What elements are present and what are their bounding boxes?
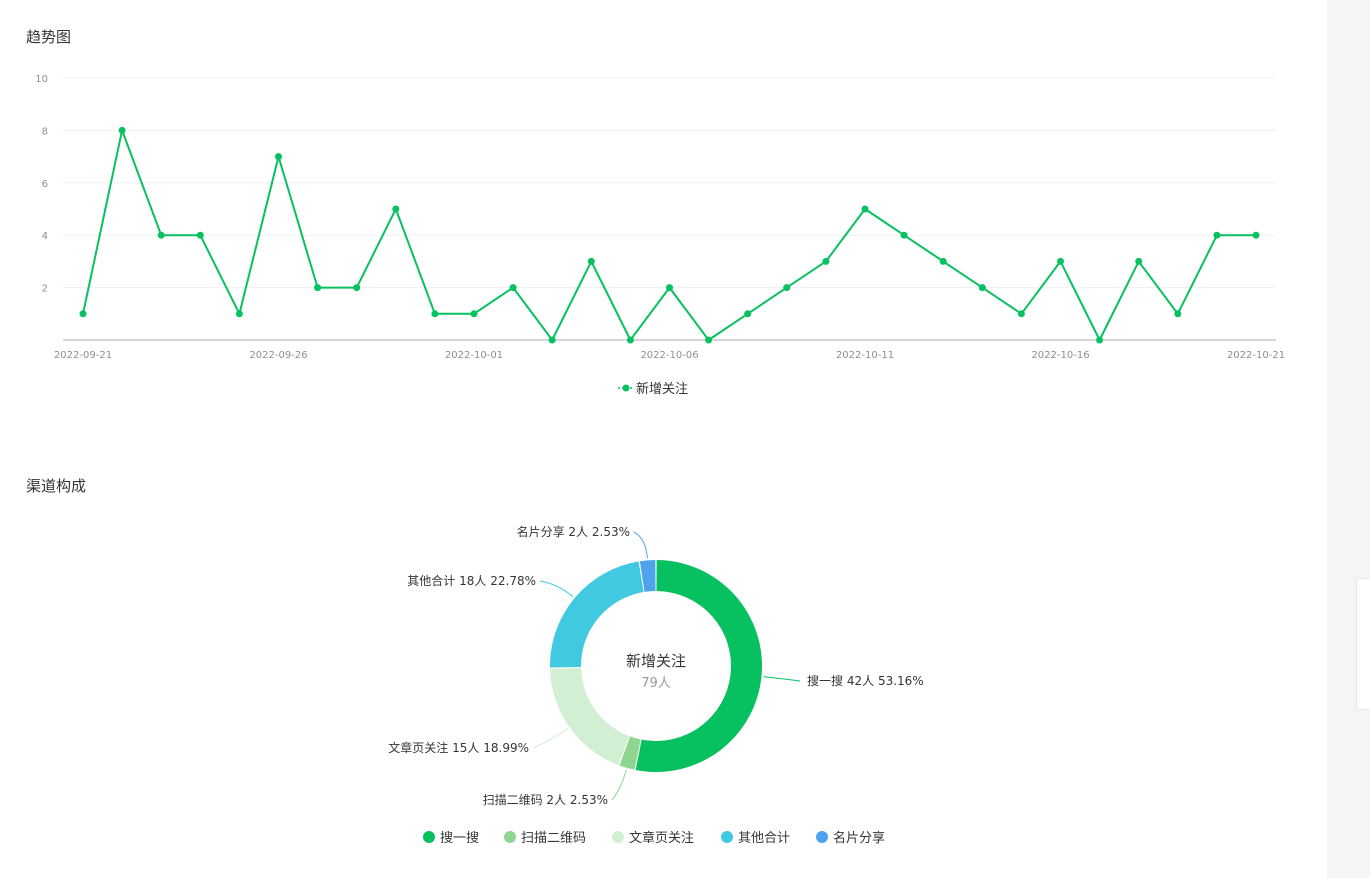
slice-label-name: 搜一搜: [807, 673, 843, 688]
slice-label-name: 文章页关注: [388, 740, 448, 755]
legend-marker: [423, 831, 435, 843]
legend-label: 扫描二维码: [521, 831, 586, 846]
slice-label-percent: 2.53%: [592, 525, 630, 539]
channel-donut-chart: 搜一搜 42人 53.16% 扫描二维码 2人 2.53% 文章页关注 15人 18…: [388, 524, 924, 846]
legend-marker: [504, 831, 516, 843]
leader-line: [539, 580, 574, 598]
donut-slice-3: [550, 667, 630, 766]
slice-label-count: 18人: [459, 574, 486, 588]
slice-label-count: 42人: [847, 674, 874, 688]
slice-label-count: 2人: [568, 525, 588, 539]
slice-label-count: 15人: [452, 741, 479, 755]
legend-marker: [612, 831, 624, 843]
slice-label-percent: 22.78%: [490, 574, 536, 588]
leader-line: [611, 769, 627, 801]
legend-label: 名片分享: [833, 830, 885, 846]
slice-label: 其他合计 18人 22.78%: [407, 573, 536, 588]
slice-label: 名片分享 2人 2.53%: [517, 524, 630, 539]
legend-label: 其他合计: [738, 831, 790, 846]
slice-label: 文章页关注 15人 18.99%: [388, 740, 529, 755]
slice-label: 扫描二维码 2人 2.53%: [483, 793, 608, 807]
slice-label-name: 扫描二维码: [483, 793, 543, 807]
donut-center-value: 79人: [641, 676, 671, 691]
slice-label-name: 名片分享: [517, 524, 565, 539]
legend-marker: [721, 831, 733, 843]
leader-line: [532, 728, 569, 749]
leader-line: [763, 676, 801, 682]
legend-marker: [816, 831, 828, 843]
legend-label: 文章页关注: [629, 830, 694, 846]
leader-line: [633, 531, 648, 559]
donut-center-title: 新增关注: [626, 652, 686, 670]
right-gutter: [1327, 0, 1370, 878]
slice-label-percent: 18.99%: [483, 741, 529, 755]
slice-label-name: 其他合计: [407, 573, 455, 588]
slice-label: 搜一搜 42人 53.16%: [807, 673, 924, 688]
slice-label-percent: 53.16%: [878, 674, 924, 688]
side-panel-tab[interactable]: [1356, 578, 1370, 710]
legend-label: 搜一搜: [440, 831, 479, 846]
slice-label-count: 2人: [546, 793, 566, 807]
slice-label-percent: 2.53%: [570, 793, 608, 807]
